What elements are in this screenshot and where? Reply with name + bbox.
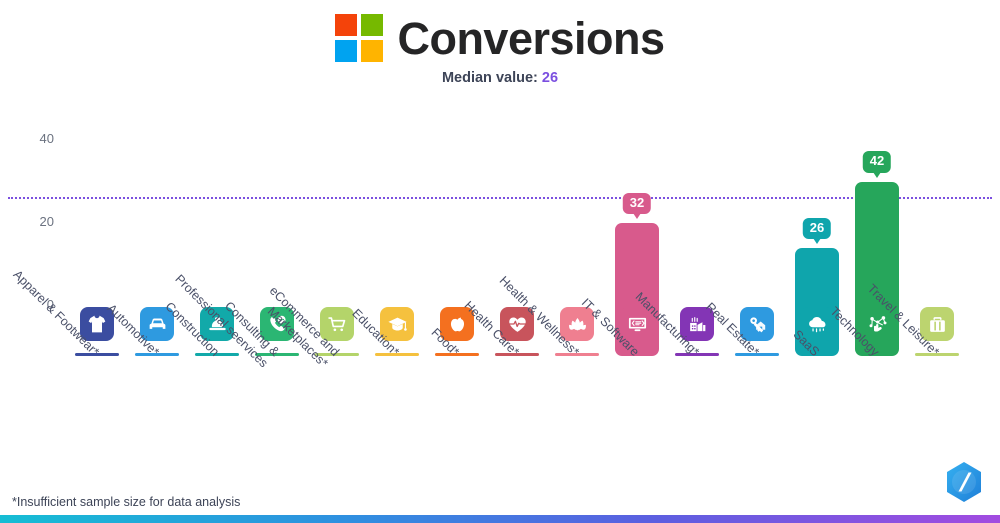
logo-square-green bbox=[361, 14, 384, 36]
bar-value-label: 32 bbox=[622, 192, 652, 220]
title-row: Conversions bbox=[0, 14, 1000, 62]
x-axis-labels: Apparel & Footwear* Automotive* Constructi… bbox=[0, 267, 1000, 465]
logo-square-blue bbox=[335, 40, 358, 62]
footnote: *Insufficient sample size for data analy… bbox=[12, 495, 241, 509]
cloud-icon bbox=[807, 314, 828, 335]
bar-value-label: 26 bbox=[802, 217, 832, 245]
key-house-icon bbox=[747, 314, 768, 335]
logo-square-yellow bbox=[361, 40, 384, 62]
logo-square-red bbox=[335, 14, 358, 36]
y-tick-label: 20 bbox=[39, 214, 54, 229]
microsoft-squares-logo bbox=[335, 14, 384, 62]
lotus-icon bbox=[567, 314, 588, 335]
heart-pulse-icon bbox=[507, 314, 528, 335]
median-label: Median value: bbox=[441, 70, 538, 86]
bar-value-label: 42 bbox=[862, 151, 892, 179]
value-label-pointer bbox=[813, 238, 821, 245]
monitor-code-icon bbox=[627, 314, 648, 335]
y-tick-label: 40 bbox=[39, 131, 54, 146]
median-value-subtitle: Median value: 26 bbox=[0, 70, 1000, 86]
graduation-cap-icon bbox=[387, 314, 408, 335]
shopping-cart-icon bbox=[327, 314, 348, 335]
factory-icon bbox=[687, 314, 708, 335]
hexagon-badge-logo bbox=[944, 460, 984, 504]
chart-header: Conversions Median value: 26 bbox=[0, 0, 1000, 96]
apple-icon bbox=[447, 314, 468, 335]
bottom-gradient-bar bbox=[0, 515, 1000, 523]
value-label-pointer bbox=[633, 213, 641, 220]
hexagon-badge-icon bbox=[947, 462, 981, 502]
page-title: Conversions bbox=[397, 12, 665, 64]
tshirt-icon bbox=[87, 314, 107, 334]
network-hand-icon bbox=[867, 314, 888, 335]
value-label-pointer bbox=[873, 171, 881, 178]
suitcase-icon bbox=[927, 314, 948, 335]
median-value: 26 bbox=[541, 70, 559, 86]
car-icon bbox=[147, 314, 168, 335]
